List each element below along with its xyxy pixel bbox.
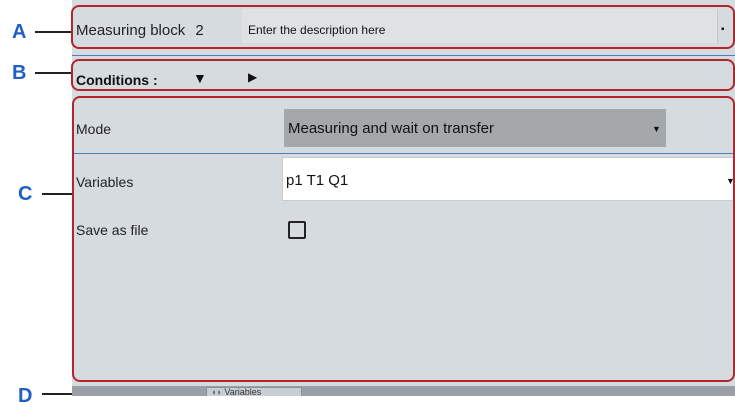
highlight-b bbox=[71, 59, 735, 91]
highlight-a bbox=[71, 5, 735, 49]
callout-b: B bbox=[12, 62, 27, 84]
callout-a-leader bbox=[35, 31, 75, 33]
callout-a: A bbox=[12, 21, 27, 43]
callout-b-leader bbox=[35, 72, 75, 74]
callout-c: C bbox=[18, 183, 33, 205]
divider bbox=[72, 55, 735, 56]
tab-variables[interactable]: ◖◗ Variables bbox=[206, 387, 302, 396]
measuring-block-panel: Measuring block 2 Enter the description … bbox=[71, 0, 735, 396]
callout-d: D bbox=[18, 385, 33, 407]
highlight-c bbox=[72, 96, 735, 382]
variables-icon: ◖◗ bbox=[211, 387, 222, 396]
tab-strip bbox=[72, 386, 735, 396]
tab-label: Variables bbox=[224, 387, 262, 396]
callout-c-leader bbox=[42, 193, 76, 195]
